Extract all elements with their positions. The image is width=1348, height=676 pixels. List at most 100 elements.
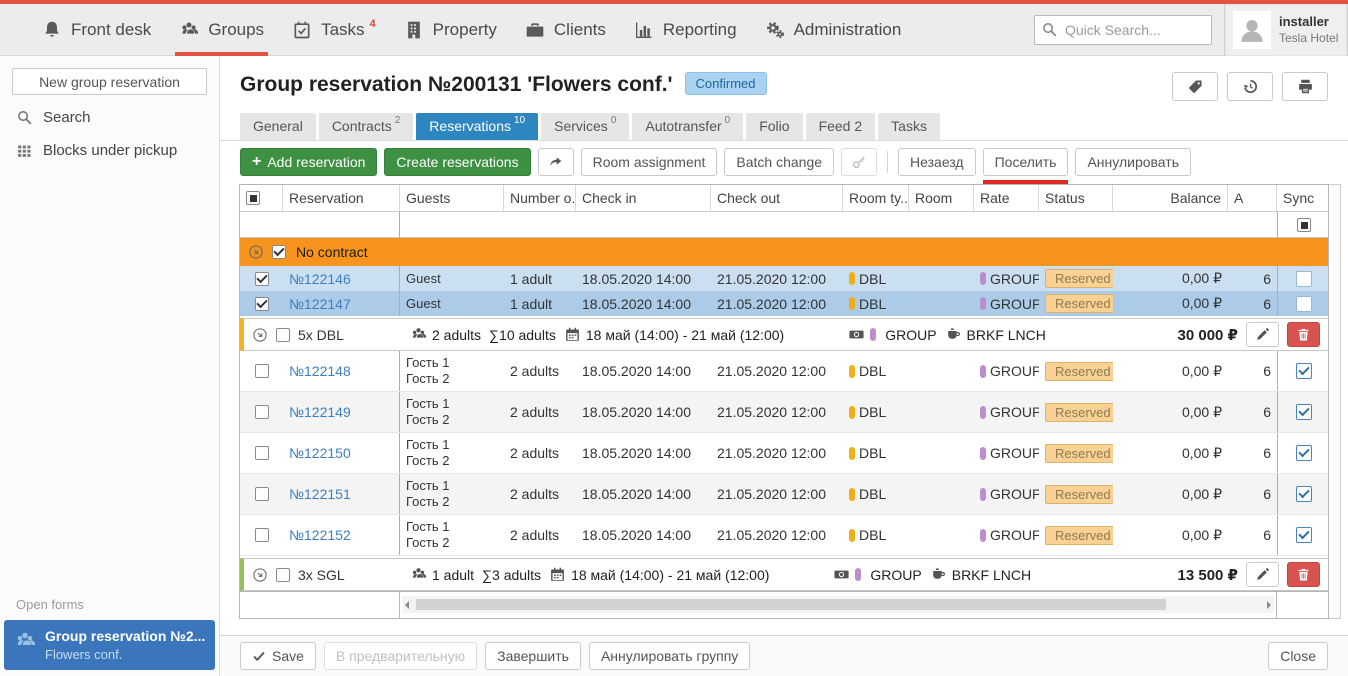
collapse-icon <box>252 567 268 583</box>
tags-button[interactable] <box>1172 72 1218 101</box>
status-cell: Reserved <box>1039 351 1113 391</box>
sync-checkbox[interactable] <box>1296 445 1312 461</box>
row-select-checkbox[interactable] <box>255 528 269 542</box>
batch-change-button[interactable]: Batch change <box>724 148 834 176</box>
row-select-checkbox[interactable] <box>255 446 269 460</box>
col-status[interactable]: Status <box>1039 185 1113 211</box>
new-group-reservation-button[interactable]: New group reservation <box>12 68 207 95</box>
no-show-button[interactable]: Незаезд <box>898 148 976 176</box>
reservation-row[interactable]: №122148Гость 1Гость 22 adults18.05.2020 … <box>240 351 1328 392</box>
select-all-checkbox[interactable] <box>246 191 260 205</box>
group-select-checkbox[interactable] <box>276 568 290 582</box>
check-out-cell: 21.05.2020 12:00 <box>711 351 843 391</box>
tab-services[interactable]: Services0 <box>541 113 629 140</box>
check-in-button[interactable]: Поселить <box>983 148 1069 176</box>
nav-reporting[interactable]: Reporting <box>620 4 751 56</box>
quick-search-input[interactable] <box>1034 15 1212 45</box>
open-form-card[interactable]: Group reservation №2... Flowers conf. <box>4 620 215 670</box>
sync-checkbox[interactable] <box>1296 486 1312 502</box>
col-room-type[interactable]: Room ty... <box>843 185 909 211</box>
tab-general[interactable]: General <box>240 113 316 140</box>
col-guests[interactable]: Guests <box>400 185 504 211</box>
room-assignment-button[interactable]: Room assignment <box>581 148 718 176</box>
col-room[interactable]: Room <box>909 185 974 211</box>
row-select-checkbox[interactable] <box>255 405 269 419</box>
sync-checkbox[interactable] <box>1296 404 1312 420</box>
tab-contracts[interactable]: Contracts2 <box>319 113 413 140</box>
row-select-checkbox[interactable] <box>255 297 269 311</box>
keys-button[interactable] <box>841 148 877 176</box>
nav-clients[interactable]: Clients <box>511 4 620 56</box>
move-reservations-button[interactable] <box>538 148 574 176</box>
tab-autotransfer[interactable]: Autotransfer0 <box>632 113 743 140</box>
reservation-row[interactable]: №122147Guest1 adult18.05.2020 14:0021.05… <box>240 291 1328 316</box>
tab-reservations[interactable]: Reservations10 <box>416 113 538 140</box>
col-a[interactable]: A <box>1228 185 1277 211</box>
nav-property[interactable]: Property <box>390 4 511 56</box>
add-reservation-button[interactable]: Add reservation <box>240 148 377 176</box>
contract-group-row[interactable]: No contract <box>240 238 1328 266</box>
reservation-link[interactable]: №122147 <box>289 296 351 312</box>
reservation-link[interactable]: №122149 <box>289 404 351 420</box>
col-reservation[interactable]: Reservation <box>283 185 400 211</box>
sync-checkbox[interactable] <box>1296 527 1312 543</box>
horizontal-scrollbar[interactable] <box>402 596 1274 613</box>
sidebar-item-search[interactable]: Search <box>0 101 219 134</box>
scroll-right-arrow[interactable] <box>1267 601 1271 609</box>
nav-administration[interactable]: Administration <box>751 4 916 56</box>
reservation-row[interactable]: №122146Guest1 adult18.05.2020 14:0021.05… <box>240 266 1328 291</box>
room-block-row[interactable]: 3x SGL1 adult∑3 adults18 май (14:00) - 2… <box>240 558 1328 591</box>
reservation-row[interactable]: №122150Гость 1Гость 22 adults18.05.2020 … <box>240 433 1328 474</box>
vertical-scrollbar[interactable] <box>1329 184 1341 619</box>
cancel-group-button[interactable]: Аннулировать группу <box>589 642 750 670</box>
to-preliminary-button[interactable]: В предварительную <box>324 642 477 670</box>
row-select-checkbox[interactable] <box>255 364 269 378</box>
print-button[interactable] <box>1282 72 1328 101</box>
reservation-link[interactable]: №122146 <box>289 271 351 287</box>
sync-checkbox[interactable] <box>1296 296 1312 312</box>
col-check-out[interactable]: Check out <box>711 185 843 211</box>
col-check-in[interactable]: Check in <box>576 185 711 211</box>
check-in-cell: 18.05.2020 14:00 <box>576 433 711 473</box>
col-balance[interactable]: Balance <box>1113 185 1228 211</box>
history-button[interactable] <box>1227 72 1273 101</box>
col-number[interactable]: Number o... <box>504 185 576 211</box>
edit-block-button[interactable] <box>1246 562 1279 587</box>
cancel-reservation-button[interactable]: Аннулировать <box>1075 148 1191 176</box>
sync-checkbox[interactable] <box>1296 363 1312 379</box>
toolbar-divider <box>887 151 888 173</box>
sync-all-checkbox[interactable] <box>1297 218 1311 232</box>
create-reservations-button[interactable]: Create reservations <box>384 148 530 176</box>
reservation-row[interactable]: №122149Гость 1Гость 22 adults18.05.2020 … <box>240 392 1328 433</box>
group-select-checkbox[interactable] <box>276 328 290 342</box>
sidebar-item-blocks-under-pickup[interactable]: Blocks under pickup <box>0 134 219 167</box>
save-button[interactable]: Save <box>240 642 316 670</box>
row-select-checkbox[interactable] <box>255 487 269 501</box>
nav-front-desk[interactable]: Front desk <box>28 4 165 56</box>
reservation-link[interactable]: №122152 <box>289 527 351 543</box>
col-sync[interactable]: Sync <box>1277 185 1330 211</box>
reservation-link[interactable]: №122151 <box>289 486 351 502</box>
tab-folio[interactable]: Folio <box>746 113 802 140</box>
sync-checkbox[interactable] <box>1296 271 1312 287</box>
close-button[interactable]: Close <box>1268 642 1328 670</box>
nav-tasks[interactable]: Tasks4 <box>278 4 390 56</box>
reservation-link[interactable]: №122150 <box>289 445 351 461</box>
nav-groups[interactable]: Groups <box>165 4 278 56</box>
tab-feed[interactable]: Feed 2 <box>806 113 876 140</box>
row-select-checkbox[interactable] <box>255 272 269 286</box>
group-select-checkbox[interactable] <box>272 245 286 259</box>
reservation-row[interactable]: №122152Гость 1Гость 22 adults18.05.2020 … <box>240 515 1328 556</box>
delete-block-button[interactable] <box>1287 562 1320 587</box>
finish-button[interactable]: Завершить <box>485 642 581 670</box>
reservation-link[interactable]: №122148 <box>289 363 351 379</box>
scroll-left-arrow[interactable] <box>405 601 409 609</box>
tab-tasks[interactable]: Tasks <box>878 113 940 140</box>
user-menu[interactable]: installer Tesla Hotel <box>1224 4 1348 56</box>
delete-block-button[interactable] <box>1287 322 1320 347</box>
reservation-row[interactable]: №122151Гость 1Гость 22 adults18.05.2020 … <box>240 474 1328 515</box>
scrollbar-thumb[interactable] <box>416 599 1166 610</box>
col-rate[interactable]: Rate <box>974 185 1039 211</box>
edit-block-button[interactable] <box>1246 322 1279 347</box>
room-block-row[interactable]: 5x DBL2 adults∑10 adults18 май (14:00) -… <box>240 318 1328 351</box>
